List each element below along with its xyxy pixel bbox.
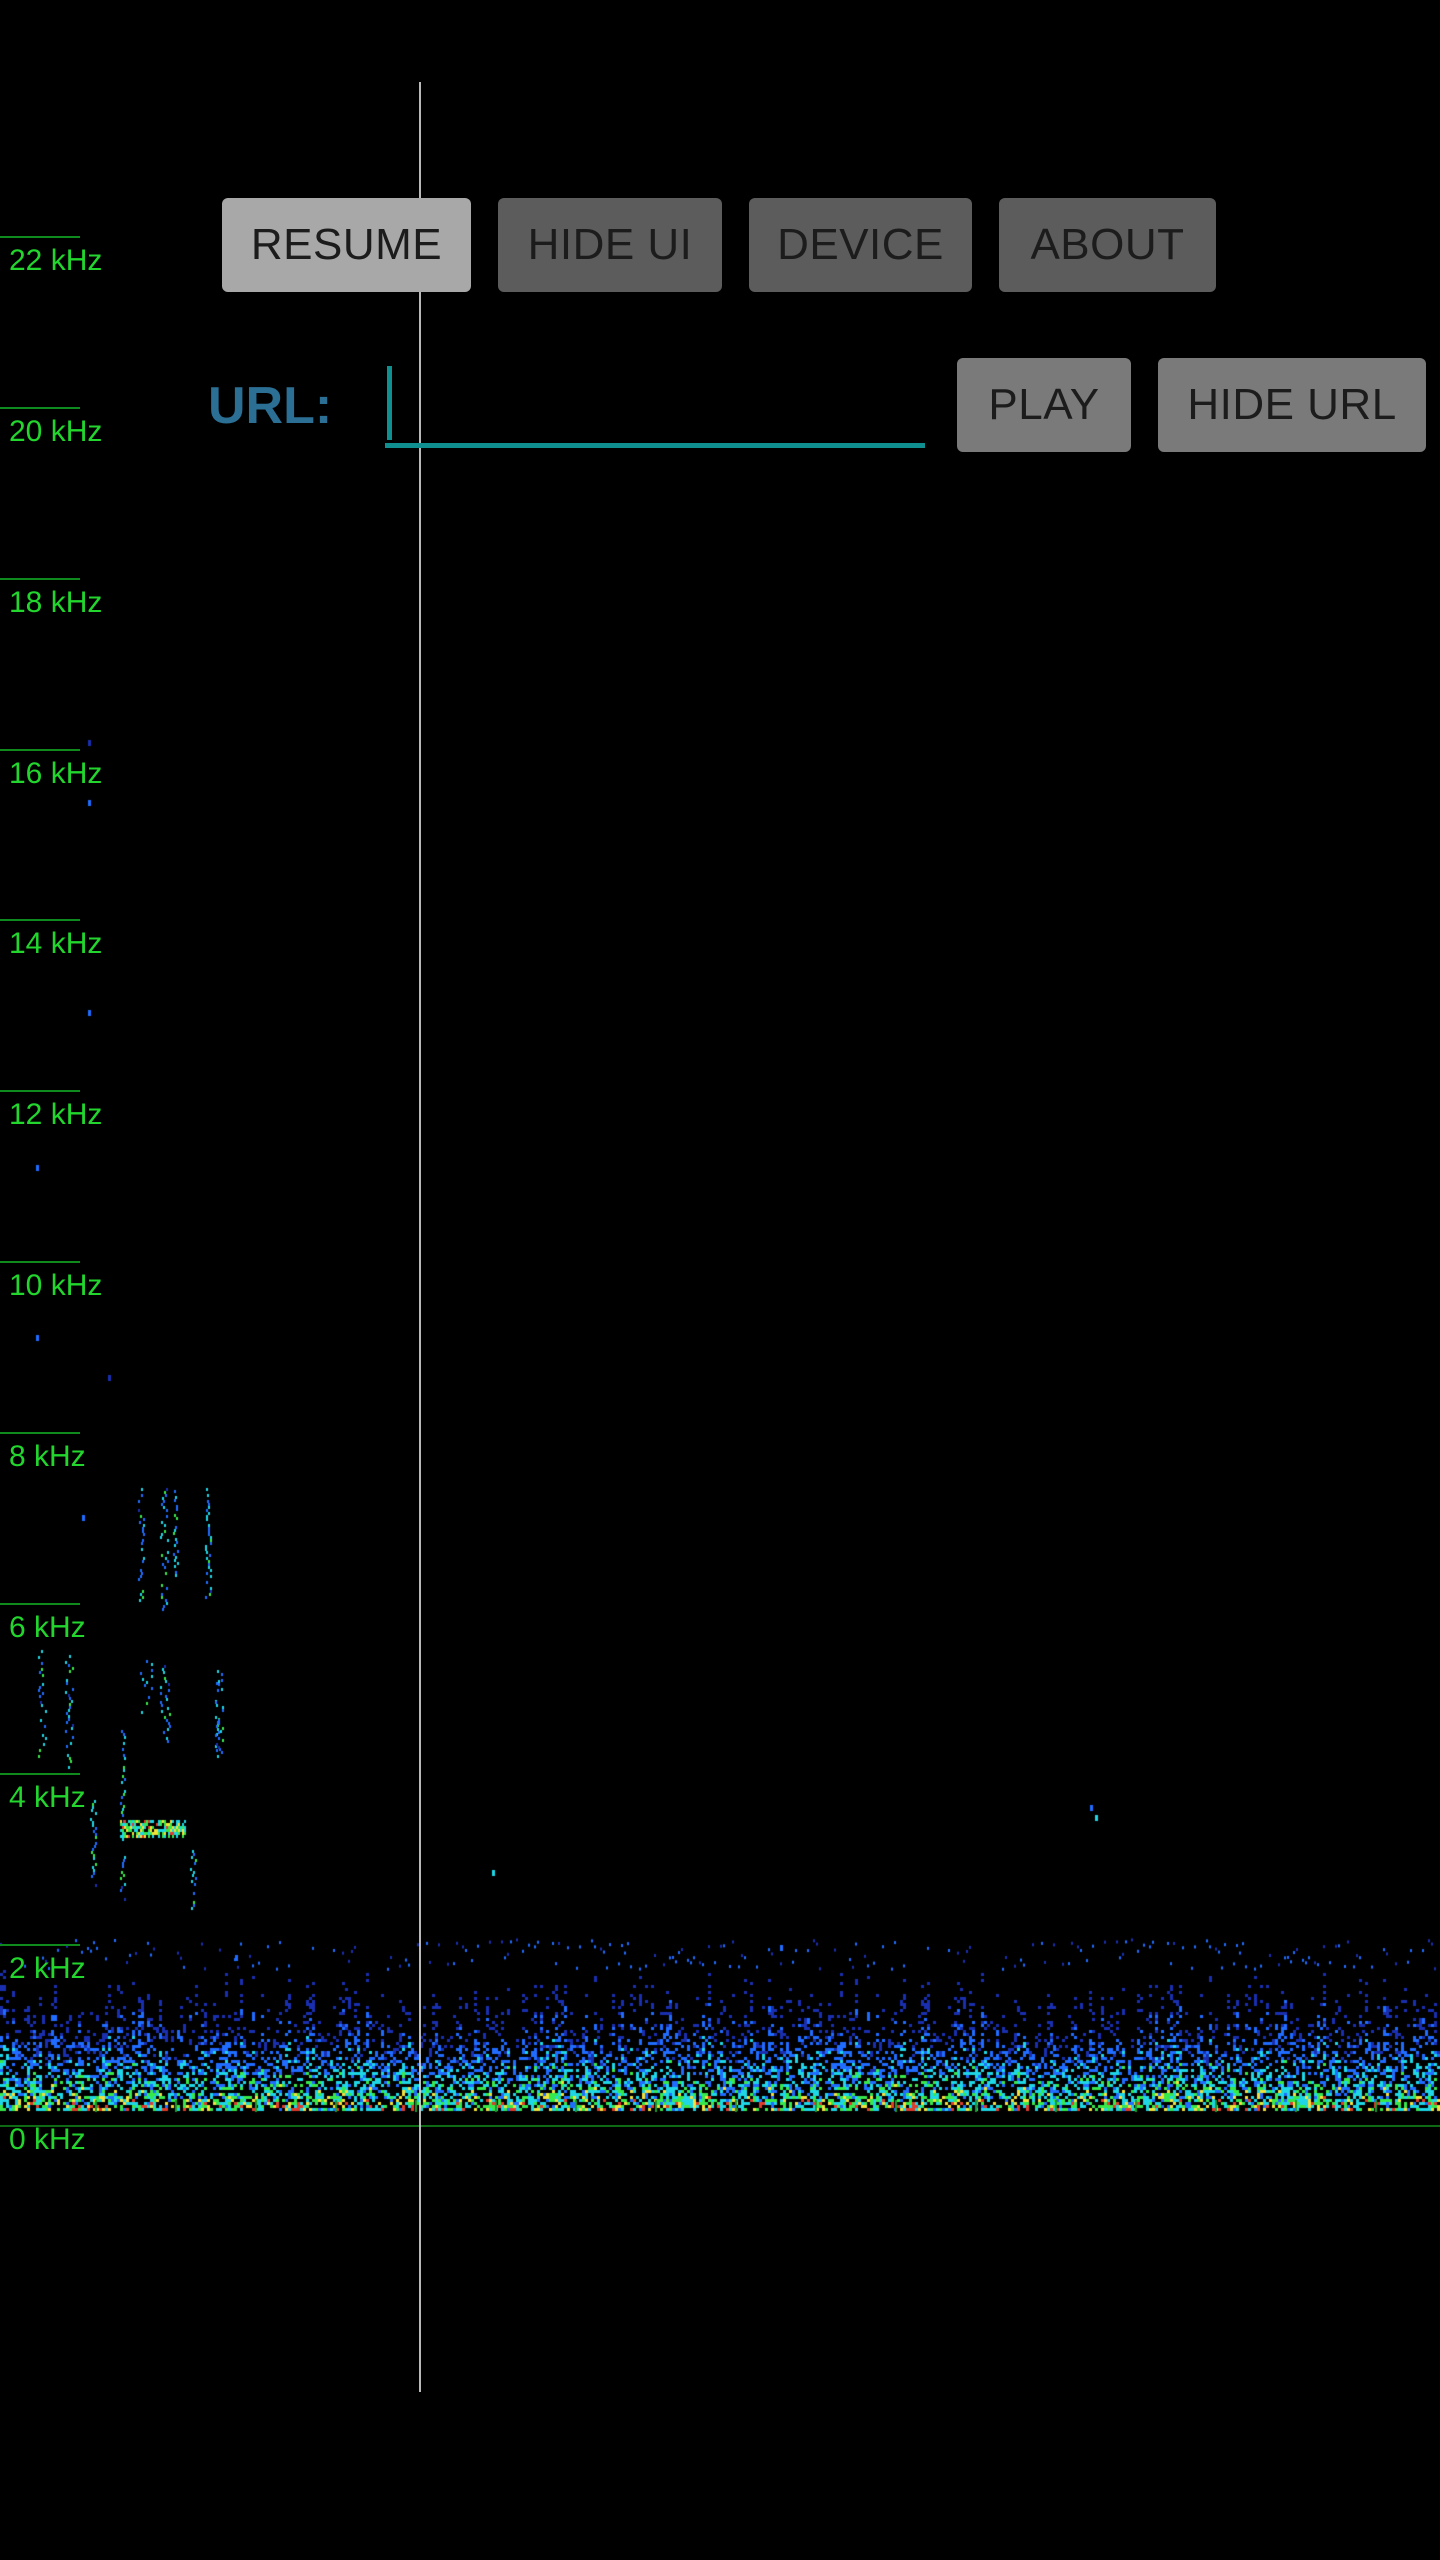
axis-label-12khz: 12 kHz bbox=[9, 1098, 103, 1131]
axis-label-8khz: 8 kHz bbox=[9, 1440, 86, 1473]
play-button[interactable]: PLAY bbox=[957, 358, 1131, 452]
device-button[interactable]: DEVICE bbox=[749, 198, 972, 292]
resume-button[interactable]: RESUME bbox=[222, 198, 471, 292]
axis-tick bbox=[0, 1944, 80, 1946]
about-button[interactable]: ABOUT bbox=[999, 198, 1216, 292]
axis-label-16khz: 16 kHz bbox=[9, 757, 103, 790]
url-label: URL: bbox=[208, 377, 333, 435]
hide-url-button[interactable]: HIDE URL bbox=[1158, 358, 1426, 452]
text-caret bbox=[387, 366, 392, 440]
axis-tick bbox=[0, 1603, 80, 1605]
axis-label-22khz: 22 kHz bbox=[9, 244, 103, 277]
axis-tick bbox=[0, 749, 80, 751]
axis-label-4khz: 4 kHz bbox=[9, 1781, 86, 1814]
axis-tick bbox=[0, 1090, 80, 1092]
axis-tick bbox=[0, 236, 80, 238]
axis-label-14khz: 14 kHz bbox=[9, 927, 103, 960]
axis-tick bbox=[0, 407, 80, 409]
axis-label-6khz: 6 kHz bbox=[9, 1611, 86, 1644]
hide-ui-button[interactable]: HIDE UI bbox=[498, 198, 722, 292]
axis-label-20khz: 20 kHz bbox=[9, 415, 103, 448]
spectrogram-app: 22 kHz 20 kHz 18 kHz 16 kHz 14 kHz 12 kH… bbox=[0, 0, 1440, 2560]
axis-tick bbox=[0, 1432, 80, 1434]
axis-label-0khz: 0 kHz bbox=[9, 2123, 86, 2156]
axis-tick bbox=[0, 1773, 80, 1775]
axis-tick bbox=[0, 1261, 80, 1263]
axis-label-18khz: 18 kHz bbox=[9, 586, 103, 619]
url-input[interactable] bbox=[385, 360, 925, 448]
axis-label-10khz: 10 kHz bbox=[9, 1269, 103, 1302]
axis-baseline bbox=[0, 2125, 1440, 2127]
axis-tick bbox=[0, 578, 80, 580]
axis-tick bbox=[0, 919, 80, 921]
axis-label-2khz: 2 kHz bbox=[9, 1952, 86, 1985]
